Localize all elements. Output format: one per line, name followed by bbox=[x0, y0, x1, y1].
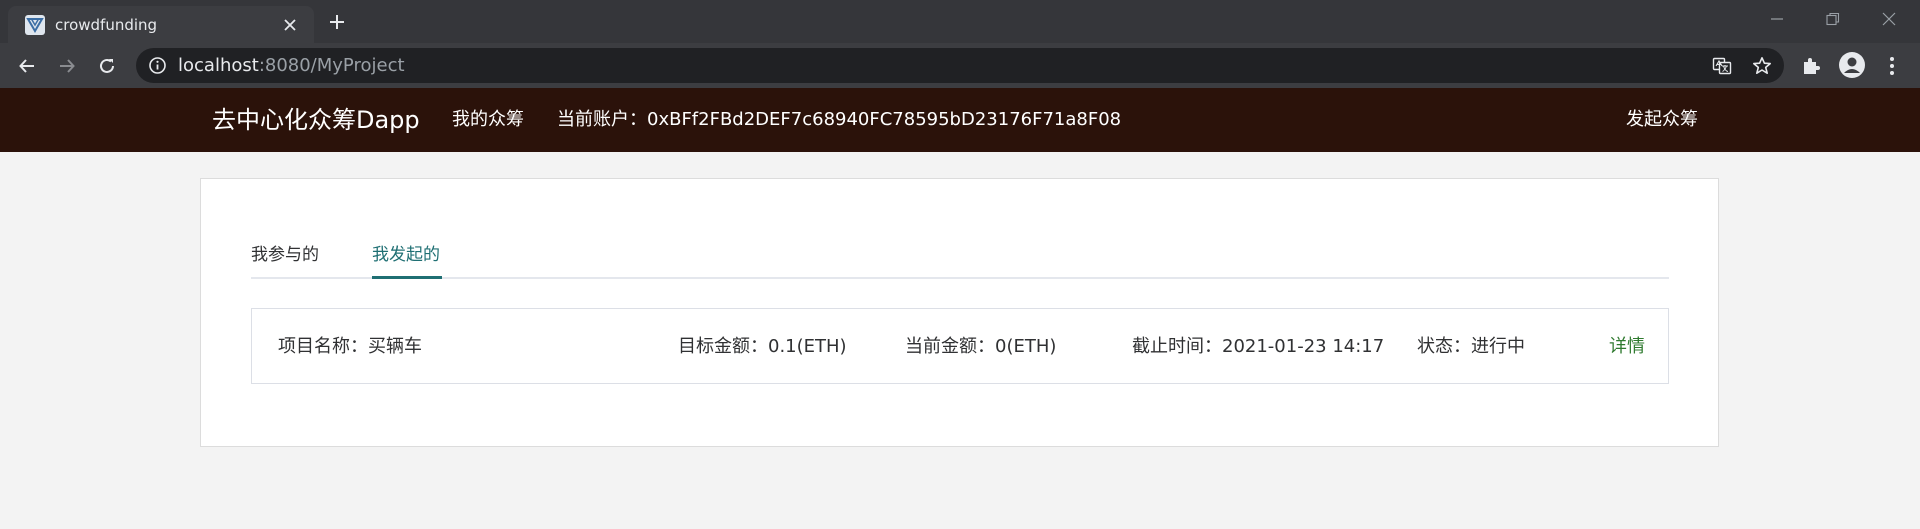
project-name-value: 买辆车 bbox=[368, 336, 422, 357]
tab-participated[interactable]: 我参与的 bbox=[251, 243, 319, 267]
restore-icon[interactable] bbox=[1818, 8, 1848, 30]
main-card: 我参与的 我发起的 项目名称：买辆车 目标金额：0.1(ETH) 当前金额：0(… bbox=[200, 178, 1719, 447]
tabs-divider bbox=[251, 277, 1669, 279]
project-name-label: 项目名称： bbox=[278, 336, 368, 357]
project-list-item: 项目名称：买辆车 目标金额：0.1(ETH) 当前金额：0(ETH) 截止时间：… bbox=[251, 308, 1669, 384]
browser-toolbar: localhost:8080/MyProject bbox=[0, 43, 1920, 88]
deadline-label: 截止时间： bbox=[1132, 336, 1222, 357]
new-tab-icon[interactable] bbox=[326, 11, 348, 33]
app-header: 去中心化众筹Dapp 我的众筹 当前账户：0xBFf2FBd2DEF7c6894… bbox=[0, 88, 1920, 152]
target-amount-value: 0.1(ETH) bbox=[768, 336, 847, 357]
info-icon[interactable] bbox=[148, 56, 167, 75]
tab-title: crowdfunding bbox=[55, 16, 158, 34]
current-amount-label: 当前金额： bbox=[905, 336, 995, 357]
current-amount: 当前金额：0(ETH) bbox=[905, 335, 1056, 359]
start-crowdfunding-button[interactable]: 发起众筹 bbox=[1626, 108, 1698, 132]
favicon-icon bbox=[25, 15, 45, 35]
browser-tabstrip: crowdfunding bbox=[0, 0, 1920, 43]
deadline-value: 2021-01-23 14:17 bbox=[1222, 336, 1385, 357]
profile-avatar-icon[interactable] bbox=[1838, 51, 1866, 79]
forward-icon[interactable] bbox=[53, 52, 81, 80]
project-status: 状态：进行中 bbox=[1417, 335, 1525, 359]
deadline: 截止时间：2021-01-23 14:17 bbox=[1132, 335, 1384, 359]
project-name: 项目名称：买辆车 bbox=[278, 335, 422, 359]
close-icon[interactable] bbox=[280, 15, 300, 35]
window-close-icon[interactable] bbox=[1874, 8, 1904, 30]
nav-my-crowdfunding[interactable]: 我的众筹 bbox=[452, 108, 524, 132]
minimize-icon[interactable] bbox=[1762, 8, 1792, 30]
bookmark-star-icon[interactable] bbox=[1752, 56, 1772, 76]
menu-kebab-icon[interactable] bbox=[1878, 52, 1906, 80]
browser-tab[interactable]: crowdfunding bbox=[8, 6, 314, 43]
account-label: 当前账户： bbox=[557, 109, 647, 130]
back-icon[interactable] bbox=[13, 52, 41, 80]
url-path: :8080/MyProject bbox=[258, 55, 405, 76]
extensions-icon[interactable] bbox=[1797, 52, 1825, 80]
target-amount: 目标金额：0.1(ETH) bbox=[678, 335, 847, 359]
account-address: 0xBFf2FBd2DEF7c68940FC78595bD23176F71a8F… bbox=[647, 109, 1122, 130]
status-value: 进行中 bbox=[1471, 336, 1525, 357]
current-account: 当前账户：0xBFf2FBd2DEF7c68940FC78595bD23176F… bbox=[557, 108, 1121, 132]
url-host: localhost bbox=[178, 55, 259, 76]
target-amount-label: 目标金额： bbox=[678, 336, 768, 357]
address-bar[interactable]: localhost:8080/MyProject bbox=[136, 48, 1784, 83]
tab-initiated[interactable]: 我发起的 bbox=[372, 243, 440, 267]
translate-icon[interactable] bbox=[1712, 56, 1732, 76]
status-label: 状态： bbox=[1417, 336, 1471, 357]
brand-title[interactable]: 去中心化众筹Dapp bbox=[212, 104, 420, 136]
current-amount-value: 0(ETH) bbox=[995, 336, 1057, 357]
detail-link[interactable]: 详情 bbox=[1609, 335, 1645, 359]
reload-icon[interactable] bbox=[93, 52, 121, 80]
active-tab-indicator bbox=[372, 276, 442, 279]
url-text: localhost:8080/MyProject bbox=[178, 48, 405, 83]
